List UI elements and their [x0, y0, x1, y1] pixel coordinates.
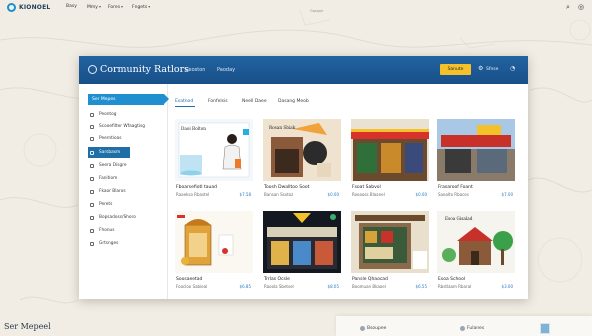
account-icon[interactable]: ◎ — [578, 3, 584, 11]
tab-fonfelsis[interactable]: Fonfelsis — [208, 99, 228, 104]
chevron-down-icon: ▾ — [121, 4, 124, 9]
phone-icon — [90, 228, 94, 233]
sidebar-item[interactable]: Perets — [90, 202, 112, 207]
listing-card[interactable]: Pansle Qhaocad Boomuan Bkaoel $6.55 — [351, 211, 429, 293]
header-link-paoday[interactable]: Paoday — [217, 67, 235, 73]
sidebar-item[interactable]: Seera Disgre — [90, 163, 127, 168]
footer-item[interactable]: Bsoupee — [360, 326, 386, 331]
location-icon — [360, 326, 365, 331]
card-price: $0.00 — [327, 192, 339, 197]
tab-esatnod[interactable]: Esatnod — [175, 99, 193, 104]
sidebar-item[interactable]: Peontog — [90, 112, 116, 117]
card-image-caption: Rosan Sbiak — [269, 125, 296, 130]
active-tab-indicator — [175, 106, 195, 108]
logo-icon — [7, 3, 16, 12]
card-title: Frasaroof Foant — [438, 185, 473, 190]
site-logo[interactable]: KIONOEL — [7, 3, 50, 12]
card-subtitle: Roeaoss Blaanel — [352, 192, 385, 197]
sidebar-item[interactable]: Scooefilter Wfaagtisg — [90, 124, 145, 129]
doc-icon — [90, 202, 94, 207]
footer-title: Ser Mepeel — [4, 322, 51, 331]
card-price: $6.85 — [239, 284, 251, 289]
sidebar-item[interactable]: Grtsnges — [90, 241, 118, 246]
listing-card[interactable]: Soosaeetad Foocloo Sabieal $6.85 — [175, 211, 253, 293]
card-price: $6.55 — [415, 284, 427, 289]
box-icon — [90, 189, 94, 194]
chevron-down-icon: ▾ — [148, 4, 151, 9]
footer-item[interactable]: Fulanes — [460, 326, 484, 331]
listing-image — [263, 211, 341, 273]
card-title: Fboarsefiotl tauad — [176, 185, 217, 190]
listing-card[interactable]: Daoi Rolton Fboarsefiotl tauad Raaekso R… — [175, 119, 253, 201]
card-subtitle: Bansan Ssxtoz — [264, 192, 294, 197]
nav-item-fngets[interactable]: Fngets▾ — [132, 4, 150, 10]
sidebar-item-active[interactable]: Ser Mepes — [88, 94, 169, 105]
card-title: Fsoat Sabvol — [352, 185, 381, 190]
settings-icon — [90, 241, 94, 246]
card-title: Trrlas Ocsle — [264, 277, 290, 282]
listing-card[interactable]: Frasaroof Foant Saealto Rbaces $7.00 — [437, 119, 515, 201]
filter-icon — [90, 124, 94, 129]
card-title: Pansle Qhaocad — [352, 277, 388, 282]
card-subtitle: Raoola Sbetsel — [264, 284, 294, 289]
community-logo-icon — [88, 65, 97, 74]
sidebar-item-highlighted[interactable]: Sarsbasm — [88, 147, 130, 158]
tab-neell-daee[interactable]: Neell Daee — [242, 99, 267, 104]
listing-image — [437, 119, 515, 181]
card-title: Toosh Dwalltoo Soot — [264, 185, 310, 190]
listing-image — [351, 211, 429, 273]
card-image-caption: Daoi Rolton — [181, 126, 206, 131]
sidebar-item[interactable]: Fanitiom — [90, 176, 117, 181]
card-subtitle: Rbstlaam Rbaral — [438, 284, 472, 289]
cta-button[interactable]: Sanute — [440, 64, 471, 75]
card-price: $7.00 — [501, 192, 513, 197]
card-price: $8.05 — [327, 284, 339, 289]
tab-dasang-meob[interactable]: Dasang Meob — [278, 99, 309, 104]
listing-card[interactable]: Trrlas Ocsle Raoola Sbetsel $8.05 — [263, 211, 341, 293]
card-price: $7.58 — [239, 192, 251, 197]
card-title: Esoa School — [438, 277, 466, 282]
header-link-ceoston[interactable]: Ceoston — [185, 67, 205, 73]
list-icon — [90, 176, 94, 181]
search-icon[interactable]: ⌕ — [566, 3, 570, 12]
header-right-text[interactable]: Sfnse — [486, 67, 498, 72]
sidebar-item[interactable]: Bopsadoss/Shoro — [90, 215, 136, 220]
site-top-nav: KIONOEL Basy Mmy▾ Fores▾ Fngets▾ Gasqoir… — [0, 0, 592, 16]
card-subtitle: Raaekso Rbastel — [176, 192, 210, 197]
user-icon[interactable]: ◔ — [510, 65, 515, 72]
card-subtitle: Foocloo Sabieal — [176, 284, 208, 289]
sidebar-item[interactable]: Peerntioas — [90, 136, 122, 141]
card-title: Soosaeetad — [176, 277, 203, 282]
gear-icon[interactable]: ⚙ — [478, 65, 483, 72]
nav-item-basy[interactable]: Basy — [66, 4, 77, 9]
card-price: $0.00 — [415, 192, 427, 197]
sidebar-item[interactable]: Fkaor Blaros — [90, 189, 126, 194]
listing-image — [351, 119, 429, 181]
app-window: Cormunity Ratlors Ceoston Paoday Sanute … — [79, 56, 528, 299]
logo-text: KIONOEL — [19, 4, 51, 11]
map-icon — [90, 136, 94, 141]
top-center-caption: Gasqoir — [310, 9, 324, 13]
nav-item-mmy[interactable]: Mmy▾ — [87, 4, 101, 10]
card-image-caption: Esoa Gisalad — [445, 216, 473, 221]
home-icon — [90, 112, 94, 117]
listing-card[interactable]: Fsoat Sabvol Roeaoss Blaanel $0.00 — [351, 119, 429, 201]
card-price: $3.00 — [501, 284, 513, 289]
store-icon — [90, 150, 94, 155]
info-icon — [460, 326, 465, 331]
listing-card[interactable]: Rosan Sbiak Toosh Dwalltoo Soot Bansan S… — [263, 119, 341, 201]
chevron-down-icon: ▾ — [98, 4, 101, 9]
window-title: Cormunity Ratlors — [100, 64, 190, 75]
card-subtitle: Saealto Rbaces — [438, 192, 469, 197]
sidebar-item[interactable]: Fhonus — [90, 228, 115, 233]
window-header: Cormunity Ratlors Ceoston Paoday Sanute … — [79, 56, 528, 84]
card-subtitle: Boomuan Bkaoel — [352, 284, 386, 289]
nav-item-fores[interactable]: Fores▾ — [108, 4, 123, 10]
photo-icon[interactable] — [540, 323, 550, 334]
listing-card[interactable]: Esoa Gisalad Esoa School Rbstlaam Rbaral… — [437, 211, 515, 293]
share-icon — [90, 215, 94, 220]
sidebar: Ser Mepes Peontog Scooefilter Wfaagtisg … — [79, 84, 169, 299]
listing-image — [175, 211, 253, 273]
tag-icon — [90, 163, 94, 168]
